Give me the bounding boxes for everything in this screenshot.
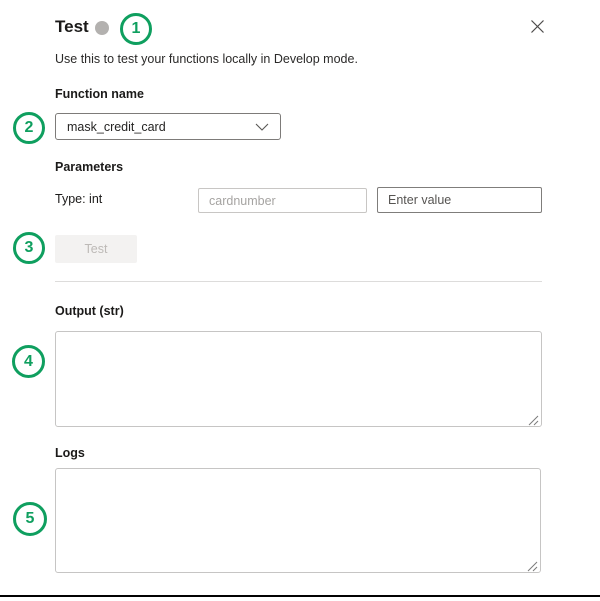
function-name-selected-value: mask_credit_card	[67, 119, 166, 134]
test-button[interactable]: Test	[55, 235, 137, 263]
function-name-dropdown[interactable]: mask_credit_card	[55, 113, 281, 140]
annotation-step-3: 3	[13, 232, 45, 264]
logs-textarea[interactable]	[55, 468, 541, 573]
page-title: Test	[55, 17, 89, 36]
status-dot-icon	[95, 21, 109, 35]
output-textarea[interactable]	[55, 331, 542, 427]
section-divider	[55, 281, 542, 282]
panel-bottom-border	[0, 595, 600, 597]
panel-description: Use this to test your functions locally …	[55, 52, 358, 66]
output-label: Output (str)	[55, 304, 124, 318]
annotation-step-2: 2	[13, 112, 45, 144]
output-textarea-wrap	[55, 331, 542, 427]
test-function-panel: Test Use this to test your functions loc…	[0, 0, 600, 601]
annotation-step-4: 4	[12, 345, 45, 378]
parameters-label: Parameters	[55, 160, 124, 174]
logs-textarea-wrap	[55, 468, 541, 573]
parameter-type-label: Type: int	[55, 192, 103, 206]
close-button[interactable]	[524, 15, 550, 41]
logs-label: Logs	[55, 446, 85, 460]
close-icon	[530, 19, 545, 37]
chevron-down-icon	[255, 118, 269, 136]
parameter-value-input[interactable]	[377, 187, 542, 213]
parameter-name-input[interactable]	[198, 188, 367, 213]
annotation-step-5: 5	[13, 502, 47, 536]
annotation-step-1: 1	[120, 13, 152, 45]
function-name-label: Function name	[55, 87, 144, 101]
